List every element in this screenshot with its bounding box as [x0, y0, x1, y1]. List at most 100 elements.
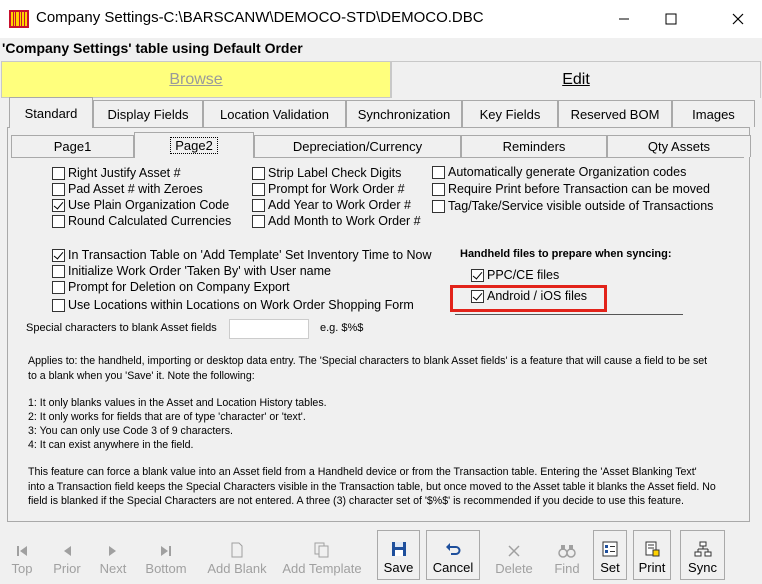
sync-button[interactable]: Sync: [680, 530, 725, 580]
checkbox-label: Add Month to Work Order #: [268, 214, 421, 228]
checkbox-label: Prompt for Deletion on Company Export: [68, 280, 290, 294]
subtab-depreciation-currency[interactable]: Depreciation/Currency: [254, 135, 461, 157]
checkbox-label: Pad Asset # with Zeroes: [68, 182, 203, 196]
checkbox-label: Prompt for Work Order #: [268, 182, 405, 196]
checkbox-box[interactable]: [252, 182, 265, 196]
set-icon: [602, 541, 618, 557]
note-line: field is blanked if the Special Characte…: [28, 495, 684, 507]
subtab-label: Page1: [53, 139, 92, 154]
toolbar-label: Cancel: [432, 560, 474, 575]
checkbox-box[interactable]: [52, 166, 65, 180]
bottom-button[interactable]: Bottom: [140, 530, 192, 580]
checkbox-box[interactable]: [471, 268, 484, 282]
checkbox-box[interactable]: [252, 214, 265, 228]
checkbox-plain-org-code[interactable]: Use Plain Organization Code: [52, 197, 229, 213]
tab-synchronization[interactable]: Synchronization: [346, 100, 462, 127]
checkbox-require-print[interactable]: Require Print before Transaction can be …: [432, 181, 710, 197]
checkbox-auto-org-codes[interactable]: Automatically generate Organization code…: [432, 164, 686, 180]
prior-button[interactable]: Prior: [45, 530, 89, 580]
close-button[interactable]: [715, 0, 761, 38]
checkbox-label: Use Locations within Locations on Work O…: [68, 298, 414, 312]
app-barcode-icon: [9, 10, 29, 28]
checkbox-box[interactable]: [432, 165, 445, 179]
checkbox-init-taken-by[interactable]: Initialize Work Order 'Taken By' with Us…: [52, 263, 331, 279]
tab-display-fields[interactable]: Display Fields: [93, 100, 203, 127]
tab-label: Display Fields: [107, 106, 189, 122]
tab-key-fields[interactable]: Key Fields: [462, 100, 558, 127]
last-record-icon: [161, 546, 171, 556]
note-line: 4: It can exist anywhere in the field.: [28, 439, 194, 451]
checkbox-locations-within-locations[interactable]: Use Locations within Locations on Work O…: [52, 297, 414, 313]
prior-icon: [64, 546, 71, 556]
edit-tab[interactable]: Edit: [391, 61, 761, 98]
divider: [455, 314, 683, 315]
checkbox-label: Automatically generate Organization code…: [448, 165, 687, 179]
checkbox-box[interactable]: [52, 214, 65, 228]
checkbox-label: Right Justify Asset #: [68, 166, 181, 180]
checkbox-pad-asset-zeroes[interactable]: Pad Asset # with Zeroes: [52, 181, 203, 197]
top-button[interactable]: Top: [4, 530, 40, 580]
subtab-page1[interactable]: Page1: [11, 135, 134, 157]
toolbar-label: Save: [383, 560, 414, 575]
note-line: to a blank when you 'Save' it. Note the …: [28, 370, 255, 382]
next-icon: [109, 546, 116, 556]
edit-tab-label: Edit: [562, 71, 590, 88]
checkbox-box[interactable]: [252, 166, 265, 180]
checkbox-box[interactable]: [52, 280, 65, 294]
subtab-label: Reminders: [502, 139, 566, 154]
checkbox-box[interactable]: [52, 298, 65, 312]
checkbox-tag-take-service[interactable]: Tag/Take/Service visible outside of Tran…: [432, 198, 713, 214]
binoculars-icon: [558, 545, 576, 558]
tab-label: Standard: [24, 105, 78, 121]
checkbox-box[interactable]: [432, 182, 445, 196]
checkbox-box[interactable]: [52, 198, 65, 212]
save-button[interactable]: Save: [377, 530, 420, 580]
checkbox-template-inventory-time[interactable]: In Transaction Table on 'Add Template' S…: [52, 247, 432, 263]
special-chars-input[interactable]: [229, 319, 309, 339]
tab-location-validation[interactable]: Location Validation: [203, 100, 346, 127]
subtab-reminders[interactable]: Reminders: [461, 135, 607, 157]
find-button[interactable]: Find: [547, 530, 587, 580]
tab-reserved-bom[interactable]: Reserved BOM: [558, 100, 672, 127]
checkbox-box[interactable]: [52, 248, 65, 262]
checkbox-box[interactable]: [52, 264, 65, 278]
toolbar-label: Set: [600, 560, 620, 575]
close-icon: [732, 13, 744, 25]
delete-button[interactable]: Delete: [491, 530, 537, 580]
checkbox-box[interactable]: [432, 199, 445, 213]
checkbox-round-currencies[interactable]: Round Calculated Currencies: [52, 213, 231, 229]
cancel-button[interactable]: Cancel: [426, 530, 480, 580]
tab-label: Location Validation: [220, 106, 329, 122]
table-order-header: 'Company Settings' table using Default O…: [2, 40, 303, 56]
browse-tab[interactable]: Browse: [1, 61, 391, 98]
browse-tab-label: Browse: [169, 70, 223, 88]
note-line: 2: It only works for fields that are of …: [28, 411, 306, 423]
minimize-button[interactable]: [601, 0, 647, 38]
maximize-button[interactable]: [648, 0, 694, 38]
checkbox-strip-check-digits[interactable]: Strip Label Check Digits: [252, 165, 401, 181]
checkbox-right-justify-asset[interactable]: Right Justify Asset #: [52, 165, 181, 181]
annotation-highlight-box: [450, 285, 607, 312]
special-chars-label: Special characters to blank Asset fields: [26, 322, 217, 334]
next-button[interactable]: Next: [93, 530, 133, 580]
subtab-page2[interactable]: Page2: [134, 132, 254, 158]
checkbox-ppc-ce-files[interactable]: PPC/CE files: [471, 267, 559, 283]
blank-page-icon: [231, 542, 243, 558]
print-button[interactable]: Print: [633, 530, 671, 580]
tab-standard[interactable]: Standard: [9, 97, 93, 128]
set-button[interactable]: Set: [593, 530, 627, 580]
tab-images[interactable]: Images: [672, 100, 755, 127]
checkbox-prompt-deletion-export[interactable]: Prompt for Deletion on Company Export: [52, 279, 290, 295]
checkbox-label: Add Year to Work Order #: [268, 198, 411, 212]
checkbox-box[interactable]: [252, 198, 265, 212]
toolbar-label: Delete: [495, 561, 533, 576]
add-template-button[interactable]: Add Template: [279, 530, 365, 580]
add-blank-button[interactable]: Add Blank: [202, 530, 272, 580]
checkbox-add-month-work-order[interactable]: Add Month to Work Order #: [252, 213, 421, 229]
delete-x-icon: [508, 545, 520, 557]
first-record-icon: [17, 546, 27, 556]
checkbox-add-year-work-order[interactable]: Add Year to Work Order #: [252, 197, 411, 213]
checkbox-box[interactable]: [52, 182, 65, 196]
subtab-qty-assets[interactable]: Qty Assets: [607, 135, 751, 157]
checkbox-prompt-work-order[interactable]: Prompt for Work Order #: [252, 181, 405, 197]
